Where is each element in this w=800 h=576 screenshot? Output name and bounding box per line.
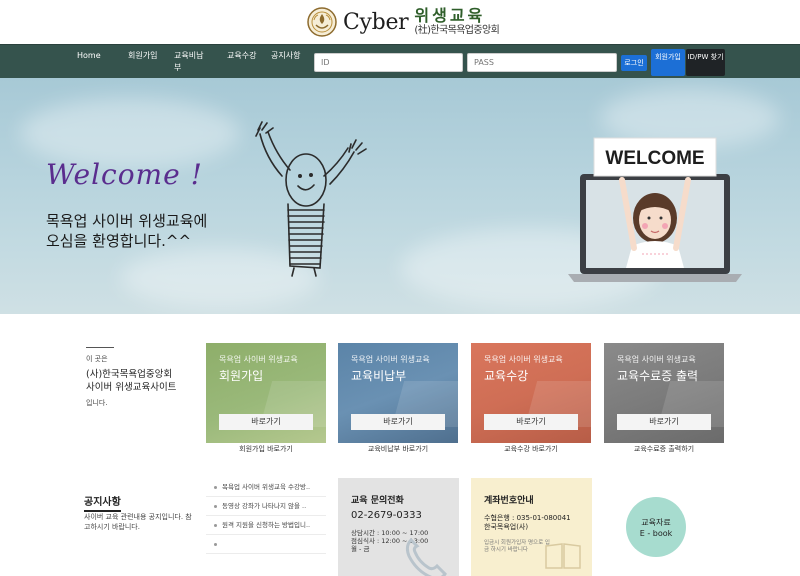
hero-message: 목욕업 사이버 위생교육에 오심을 환영합니다.^^ bbox=[46, 211, 207, 251]
card-caption[interactable]: 회원가입 바로가기 bbox=[206, 444, 326, 454]
logo-word: Cyber bbox=[343, 9, 409, 35]
intro-title-line2: 사이버 위생교육사이트 bbox=[86, 382, 177, 393]
ebook-label-line1: 교육자료 bbox=[641, 518, 671, 527]
nav-item-notice[interactable]: 공지사항 bbox=[271, 50, 301, 62]
card-caption[interactable]: 교육비납부 바로가기 bbox=[338, 444, 458, 454]
ebook-label-line2: E - book bbox=[639, 529, 673, 538]
book-icon bbox=[545, 543, 581, 569]
intro-end: 입니다. bbox=[86, 399, 108, 407]
bank-account-box: 계좌번호안내 수협은행 : 035-01-080041 한국목욕업(사) 입금시… bbox=[471, 478, 592, 576]
password-input[interactable] bbox=[467, 53, 617, 72]
bank-heading: 계좌번호안내 bbox=[484, 496, 534, 506]
logo-main-text: 위생교육 bbox=[414, 6, 486, 25]
card-certificate[interactable]: 목욕업 사이버 위생교육 교육수료증 출력 바로가기 bbox=[604, 343, 724, 443]
phone-icon bbox=[405, 537, 447, 576]
notice-heading[interactable]: 공지사항 bbox=[84, 493, 121, 512]
bank-account-holder: 한국목욕업(사) bbox=[484, 523, 529, 531]
nav-item-join[interactable]: 회원가입 bbox=[128, 50, 158, 62]
intro-title-line1: (사)한국목욕업중앙회 bbox=[86, 369, 173, 380]
notice-item[interactable]: 동영상 강좌가 나타나지 않을 .. bbox=[206, 497, 326, 516]
card-title: 교육비납부 bbox=[351, 369, 407, 383]
hero-message-line2: 오심을 환영합니다.^^ bbox=[46, 232, 192, 250]
card-subtitle: 목욕업 사이버 위생교육 bbox=[617, 355, 696, 364]
card-subtitle: 목욕업 사이버 위생교육 bbox=[219, 355, 298, 364]
welcome-heading: Welcome ! bbox=[46, 158, 203, 191]
card-title: 교육수강 bbox=[484, 369, 529, 383]
card-payment-button[interactable]: 바로가기 bbox=[351, 414, 445, 430]
phone-heading: 교육 문의전화 bbox=[351, 496, 404, 506]
hero-banner: Welcome ! 목욕업 사이버 위생교육에 오심을 환영합니다.^^ WEL… bbox=[0, 78, 800, 314]
logo-korean: 위생교육 (社)한국목욕업중앙회 bbox=[414, 8, 499, 36]
notice-item[interactable]: 목욕업 사이버 위생교육 수강방.. bbox=[206, 478, 326, 497]
card-caption[interactable]: 교육수강 바로가기 bbox=[471, 444, 591, 454]
card-subtitle: 목욕업 사이버 위생교육 bbox=[484, 355, 563, 364]
doodle-person-illustration bbox=[255, 121, 367, 277]
main-nav: Home 회원가입 교육비납부 교육수강 공지사항 로그인 회원가입 ID/PW… bbox=[0, 44, 800, 78]
site-header: Cyber 위생교육 (社)한국목욕업중앙회 bbox=[0, 0, 800, 44]
card-title: 회원가입 bbox=[219, 369, 264, 383]
site-intro: 이 곳은 (사)한국목욕업중앙회 사이버 위생교육사이트 입니다. bbox=[86, 347, 186, 408]
laptop-welcome-illustration: WELCOME bbox=[568, 137, 742, 282]
intro-small: 이 곳은 bbox=[86, 355, 108, 363]
emblem-icon bbox=[307, 7, 337, 37]
card-subtitle: 목욕업 사이버 위생교육 bbox=[351, 355, 430, 364]
card-certificate-button[interactable]: 바로가기 bbox=[617, 414, 711, 430]
login-button[interactable]: 로그인 bbox=[621, 55, 647, 71]
logo-sub-text: (社)한국목욕업중앙회 bbox=[414, 25, 500, 36]
card-join[interactable]: 목욕업 사이버 위생교육 회원가입 바로가기 bbox=[206, 343, 326, 443]
ebook-button[interactable]: 교육자료 E - book bbox=[626, 497, 686, 557]
notice-item[interactable]: 원격 지원을 신청하는 방법입니.. bbox=[206, 516, 326, 535]
join-button[interactable]: 회원가입 bbox=[651, 49, 685, 76]
card-caption[interactable]: 교육수료증 출력하기 bbox=[604, 444, 724, 454]
nav-item-home[interactable]: Home bbox=[77, 50, 107, 62]
card-join-button[interactable]: 바로가기 bbox=[219, 414, 313, 430]
welcome-sign-text: WELCOME bbox=[605, 148, 704, 169]
notice-item[interactable] bbox=[206, 535, 326, 554]
phone-number: 02-2679-0333 bbox=[351, 510, 422, 521]
nav-item-course[interactable]: 교육수강 bbox=[227, 50, 257, 62]
card-title: 교육수료증 출력 bbox=[617, 369, 699, 383]
card-payment[interactable]: 목욕업 사이버 위생교육 교육비납부 바로가기 bbox=[338, 343, 458, 443]
card-course[interactable]: 목욕업 사이버 위생교육 교육수강 바로가기 bbox=[471, 343, 591, 443]
hero-message-line1: 목욕업 사이버 위생교육에 bbox=[46, 212, 208, 230]
nav-item-payment[interactable]: 교육비납부 bbox=[174, 50, 204, 74]
find-idpw-button[interactable]: ID/PW 찾기 bbox=[686, 49, 725, 76]
site-logo[interactable]: Cyber 위생교육 (社)한국목욕업중앙회 bbox=[307, 5, 500, 39]
divider bbox=[86, 347, 114, 348]
notice-list: 목욕업 사이버 위생교육 수강방.. 동영상 강좌가 나타나지 않을 .. 원격… bbox=[206, 478, 326, 554]
card-course-button[interactable]: 바로가기 bbox=[484, 414, 578, 430]
notice-description: 사이버 교육 관련내용 공지입니다. 참고하시기 바랍니다. bbox=[84, 513, 192, 531]
contact-phone-box: 교육 문의전화 02-2679-0333 상담시간 : 10:00 ~ 17:0… bbox=[338, 478, 459, 576]
id-input[interactable] bbox=[314, 53, 463, 72]
